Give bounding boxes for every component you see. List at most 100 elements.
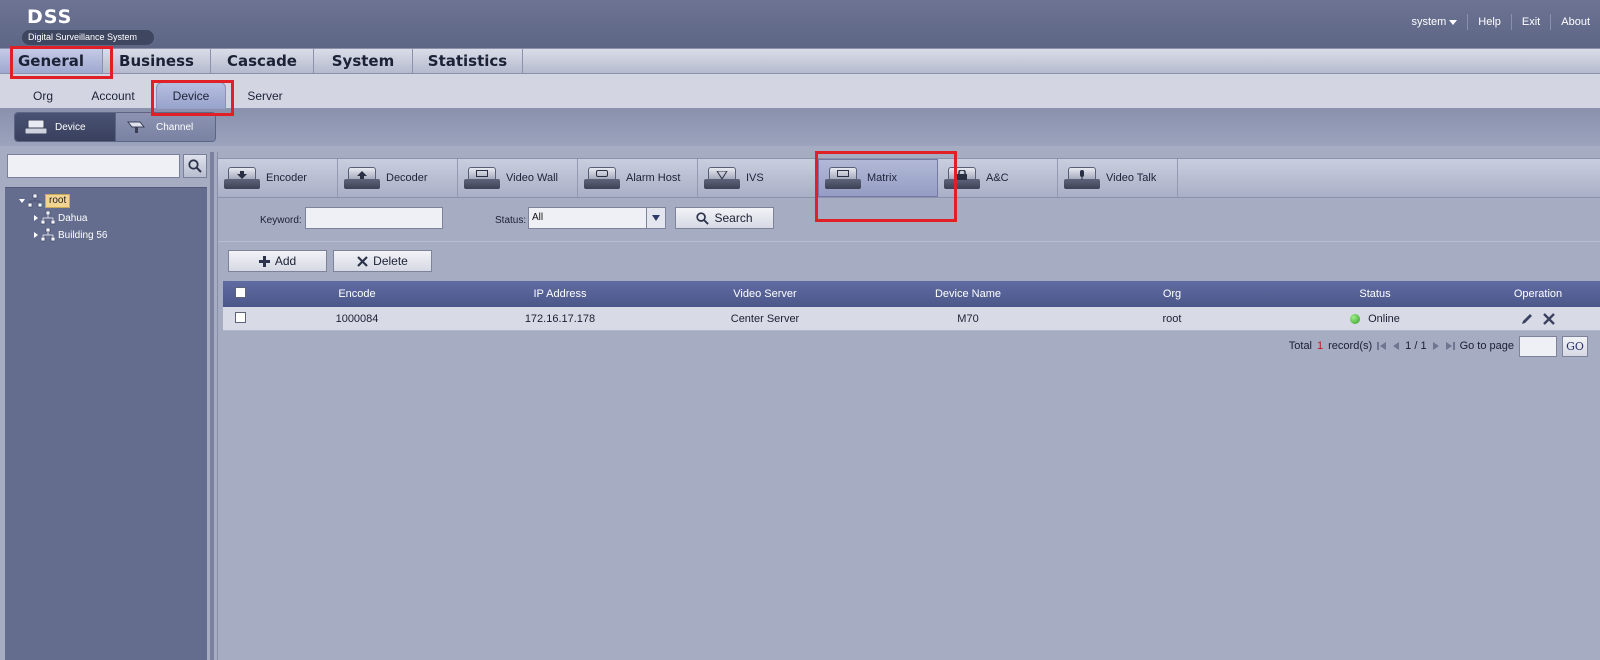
ivs-icon bbox=[704, 167, 740, 189]
device-type-ivs[interactable]: IVS bbox=[698, 159, 818, 197]
first-page-icon[interactable] bbox=[1377, 341, 1387, 351]
alarm-host-icon bbox=[584, 167, 620, 189]
plus-icon bbox=[258, 255, 270, 267]
cell-device-name: M70 bbox=[957, 312, 979, 325]
logo-title: DSS bbox=[27, 6, 73, 28]
delete-button-label: Delete bbox=[373, 254, 408, 268]
about-link[interactable]: About bbox=[1550, 14, 1600, 30]
column-org[interactable]: Org bbox=[1069, 288, 1275, 300]
main-nav-statistics[interactable]: Statistics bbox=[413, 49, 523, 73]
last-page-icon[interactable] bbox=[1445, 341, 1455, 351]
video-wall-icon bbox=[464, 167, 500, 189]
pagination: Total 1 record(s) 1 / 1 Go to page GO bbox=[1289, 335, 1588, 357]
device-type-alarm-host[interactable]: Alarm Host bbox=[578, 159, 698, 197]
microphone-icon bbox=[1064, 167, 1100, 189]
expanded-icon[interactable] bbox=[19, 199, 25, 203]
sub-nav-org[interactable]: Org bbox=[22, 84, 64, 108]
main-nav-cascade[interactable]: Cascade bbox=[211, 49, 314, 73]
column-encode[interactable]: Encode bbox=[257, 288, 457, 300]
search-button[interactable]: Search bbox=[675, 207, 774, 229]
tree-search-input[interactable] bbox=[7, 154, 180, 178]
app-header: DSS Digital Surveillance System system H… bbox=[0, 0, 1600, 48]
sub-nav-device[interactable]: Device bbox=[156, 82, 226, 109]
table-row[interactable]: 1000084 172.16.17.178 Center Server M70 … bbox=[223, 307, 1600, 331]
lock-icon bbox=[944, 167, 980, 189]
dropdown-arrow-icon[interactable] bbox=[646, 208, 665, 228]
main-nav-business[interactable]: Business bbox=[103, 49, 211, 73]
tree-node-root[interactable]: root bbox=[19, 193, 71, 209]
view-tab-channel-label: Channel bbox=[156, 121, 194, 133]
main-nav: General Business Cascade System Statisti… bbox=[0, 48, 1600, 74]
pager-page-info: 1 / 1 bbox=[1405, 340, 1427, 352]
table-header: Encode IP Address Video Server Device Na… bbox=[223, 281, 1600, 307]
cell-org: root bbox=[1162, 312, 1182, 325]
device-content: Encoder Decoder Video Wall Alarm Host IV… bbox=[217, 152, 1600, 660]
device-type-alarm-host-label: Alarm Host bbox=[626, 172, 681, 184]
column-device-name[interactable]: Device Name bbox=[867, 288, 1069, 300]
caret-down-icon bbox=[1449, 19, 1458, 25]
tree-search-button[interactable] bbox=[183, 154, 207, 178]
delete-x-icon[interactable] bbox=[1542, 312, 1556, 326]
device-type-bar: Encoder Decoder Video Wall Alarm Host IV… bbox=[218, 158, 1600, 198]
device-type-video-talk[interactable]: Video Talk bbox=[1058, 159, 1178, 197]
add-button[interactable]: Add bbox=[228, 250, 327, 272]
device-type-ivs-label: IVS bbox=[746, 172, 764, 184]
view-tab-device[interactable]: Device bbox=[15, 113, 115, 141]
status-label: Status: bbox=[495, 215, 527, 226]
column-video-server[interactable]: Video Server bbox=[663, 288, 867, 300]
exit-link[interactable]: Exit bbox=[1510, 14, 1550, 30]
pager-records-label: record(s) bbox=[1328, 340, 1373, 352]
device-type-video-wall[interactable]: Video Wall bbox=[458, 159, 578, 197]
collapsed-icon[interactable] bbox=[34, 215, 38, 221]
org-icon bbox=[28, 194, 42, 208]
help-link[interactable]: Help bbox=[1467, 14, 1511, 30]
user-menu[interactable]: system bbox=[1401, 14, 1467, 30]
status-select[interactable]: All bbox=[528, 207, 666, 229]
panel-splitter[interactable] bbox=[210, 152, 214, 660]
tree-node-building-56-label: Building 56 bbox=[58, 229, 108, 241]
column-status[interactable]: Status bbox=[1275, 288, 1475, 300]
cell-status: Online bbox=[1275, 313, 1475, 325]
search-button-label: Search bbox=[714, 211, 753, 225]
device-type-ac-label: A&C bbox=[986, 172, 1009, 184]
goto-page-input[interactable] bbox=[1519, 335, 1557, 357]
sub-nav-account[interactable]: Account bbox=[82, 84, 144, 108]
edit-pencil-icon[interactable] bbox=[1520, 312, 1534, 326]
tree-node-dahua[interactable]: Dahua bbox=[34, 210, 87, 226]
pager-goto-label: Go to page bbox=[1459, 340, 1514, 352]
cell-encode: 1000084 bbox=[335, 312, 379, 325]
select-all-checkbox[interactable] bbox=[234, 287, 246, 298]
main-nav-general[interactable]: General bbox=[0, 49, 103, 73]
add-button-label: Add bbox=[274, 254, 297, 268]
filter-bar: Keyword: Status: All Search bbox=[218, 202, 1600, 242]
column-ip-address[interactable]: IP Address bbox=[457, 288, 663, 300]
cell-ip-address: 172.16.17.178 bbox=[524, 312, 596, 325]
sub-nav-server[interactable]: Server bbox=[240, 84, 290, 108]
camera-icon bbox=[126, 121, 146, 133]
next-page-icon[interactable] bbox=[1432, 341, 1440, 351]
top-links: system Help Exit About bbox=[1401, 14, 1600, 30]
search-icon bbox=[696, 211, 710, 225]
device-type-decoder-label: Decoder bbox=[386, 172, 428, 184]
matrix-icon bbox=[825, 167, 861, 189]
device-type-decoder[interactable]: Decoder bbox=[338, 159, 458, 197]
view-tab-channel[interactable]: Channel bbox=[115, 113, 215, 141]
device-type-ac[interactable]: A&C bbox=[938, 159, 1058, 197]
device-type-matrix[interactable]: Matrix bbox=[818, 159, 938, 197]
device-type-encoder[interactable]: Encoder bbox=[218, 159, 338, 197]
main-nav-system[interactable]: System bbox=[314, 49, 413, 73]
cell-operation bbox=[1475, 312, 1600, 326]
encoder-icon bbox=[224, 167, 260, 189]
keyword-input[interactable] bbox=[305, 207, 443, 229]
go-button[interactable]: GO bbox=[1562, 335, 1588, 357]
row-checkbox[interactable] bbox=[234, 311, 246, 323]
tree-node-building-56[interactable]: Building 56 bbox=[34, 227, 107, 243]
delete-button[interactable]: Delete bbox=[333, 250, 432, 272]
collapsed-icon[interactable] bbox=[34, 232, 38, 238]
device-type-matrix-label: Matrix bbox=[867, 172, 897, 184]
cell-status-label: Online bbox=[1368, 312, 1400, 325]
view-toolbar: Device Channel bbox=[0, 109, 1600, 146]
online-status-icon bbox=[1350, 313, 1361, 324]
delete-x-icon bbox=[357, 255, 368, 267]
prev-page-icon[interactable] bbox=[1392, 341, 1400, 351]
